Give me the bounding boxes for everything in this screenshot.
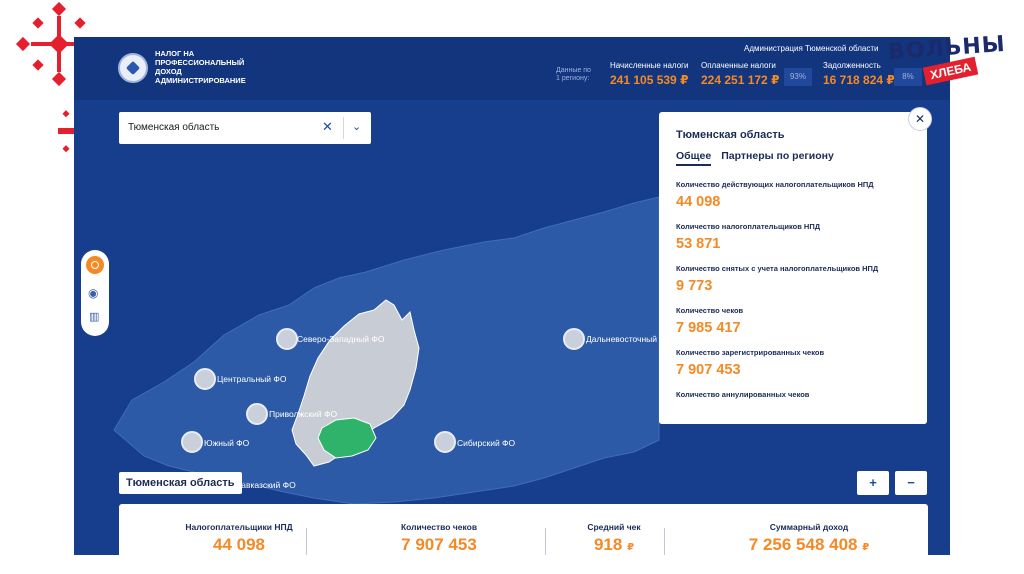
summary-value: 918 ₽ <box>593 535 635 554</box>
metric-item: Количество действующих налогоплательщико… <box>676 180 916 222</box>
region-info-panel: Тюменская область Общее Партнеры по реги… <box>659 112 927 424</box>
summary-divider <box>545 528 546 555</box>
stat-label: Начисленные налоги <box>610 61 689 70</box>
close-icon[interactable]: ✕ <box>322 119 333 135</box>
district-label-vfd[interactable]: Приволжский ФО <box>269 409 337 419</box>
summary-divider <box>306 528 307 555</box>
close-icon[interactable]: ✕ <box>915 112 925 126</box>
bar-chart-icon[interactable]: ▥ <box>89 310 99 323</box>
tab-partners[interactable]: Партнеры по региону <box>721 150 834 166</box>
selected-region-tag: Тюменская область <box>119 472 242 494</box>
chevron-down-icon[interactable]: ⌄ <box>352 120 361 133</box>
metric-label: Количество снятых с учета налогоплательщ… <box>676 264 879 273</box>
metric-label: Количество действующих налогоплательщико… <box>676 180 874 189</box>
summary-value: 44 098 <box>213 535 265 554</box>
stat-value: 224 251 172 ₽ <box>701 73 780 87</box>
map-tools: ◉ ▥ <box>81 250 109 336</box>
district-marker[interactable] <box>434 431 456 453</box>
district-label-nwfd[interactable]: Северо-Западный ФО <box>297 334 384 344</box>
summary-label: Количество чеков <box>400 522 478 532</box>
region-select-value: Тюменская область <box>128 122 220 133</box>
summary-total-income: Суммарный доход 7 256 548 408 ₽ <box>734 522 884 555</box>
summary-receipts: Количество чеков 7 907 453 <box>374 522 504 555</box>
district-marker[interactable] <box>563 328 585 350</box>
district-label-sibfd[interactable]: Сибирский ФО <box>457 438 515 448</box>
brand-top-text: ВОЛЬНЫ <box>887 31 1007 66</box>
summary-divider <box>664 528 665 555</box>
summary-label: Суммарный доход <box>769 522 849 532</box>
stat-accrued-taxes: Начисленные налоги 241 105 539 ₽ <box>610 61 689 87</box>
zoom-out-button[interactable]: − <box>895 471 927 495</box>
brand-logo: ВОЛЬНЫ ХЛЕБА <box>880 32 1006 88</box>
stat-paid-taxes: Оплаченные налоги 224 251 172 ₽ <box>701 61 779 87</box>
district-marker[interactable] <box>181 431 203 453</box>
region-select[interactable]: Тюменская область ✕ ⌄ <box>119 112 371 144</box>
stat-label: Оплаченные налоги <box>701 61 776 70</box>
metric-label: Количество зарегистрированных чеков <box>676 348 825 357</box>
summary-bar: Налогоплательщики НПД 44 098 Количество … <box>119 504 928 555</box>
select-divider <box>343 117 344 139</box>
fns-logo-icon <box>118 53 148 83</box>
summary-label: Средний чек <box>587 522 641 532</box>
summary-value: 7 256 548 408 ₽ <box>748 535 870 554</box>
zoom-in-button[interactable]: + <box>857 471 889 495</box>
metric-value: 7 907 453 <box>676 362 741 378</box>
admin-title: Администрация Тюменской области <box>744 44 879 53</box>
metric-value: 44 098 <box>676 194 721 210</box>
npd-admin-app: НАЛОГ НА ПРОФЕССИОНАЛЬНЫЙ ДОХОД АДМИНИСТ… <box>74 37 950 555</box>
district-label-cfd[interactable]: Центральный ФО <box>217 374 286 384</box>
summary-average-check: Средний чек 918 ₽ <box>574 522 654 555</box>
metric-label: Количество аннулированных чеков <box>676 390 810 399</box>
district-marker[interactable] <box>246 403 268 425</box>
metric-label: Количество налогоплательщиков НПД <box>676 222 821 231</box>
tab-general[interactable]: Общее <box>676 150 712 166</box>
app-logo-text: НАЛОГ НА ПРОФЕССИОНАЛЬНЫЙ ДОХОД АДМИНИСТ… <box>155 49 246 85</box>
stats-note: Данные по 1 региону: <box>556 67 591 82</box>
top-bar: НАЛОГ НА ПРОФЕССИОНАЛЬНЫЙ ДОХОД АДМИНИСТ… <box>74 37 950 100</box>
summary-taxpayers: Налогоплательщики НПД 44 098 <box>169 522 309 555</box>
panel-scroll-fade <box>659 402 927 424</box>
summary-value: 7 907 453 <box>401 535 477 554</box>
metric-item: Количество зарегистрированных чеков 7 90… <box>676 348 916 390</box>
russia-map[interactable]: Тюменская область ✕ ⌄ ◉ ▥ Северо-Западны… <box>74 100 950 555</box>
panel-tabs: Общее Партнеры по региону <box>676 150 834 166</box>
panel-title: Тюменская область <box>676 129 785 141</box>
metric-value: 53 871 <box>676 236 721 252</box>
target-icon[interactable] <box>86 256 104 274</box>
paid-percent-badge: 93% <box>784 68 812 86</box>
district-label-sfd-south[interactable]: Южный ФО <box>204 438 249 448</box>
metric-item: Количество налогоплательщиков НПД 53 871 <box>676 222 916 264</box>
eye-icon[interactable]: ◉ <box>88 286 98 300</box>
summary-label: Налогоплательщики НПД <box>185 522 293 532</box>
district-marker[interactable] <box>194 368 216 390</box>
close-panel-button[interactable]: ✕ <box>908 107 932 131</box>
stat-value: 241 105 539 ₽ <box>610 73 689 87</box>
metric-value: 9 773 <box>676 278 713 294</box>
metrics-list: Количество действующих налогоплательщико… <box>676 180 916 424</box>
metric-label: Количество чеков <box>676 306 744 315</box>
metric-value: 7 985 417 <box>676 320 741 336</box>
metric-item: Количество чеков 7 985 417 <box>676 306 916 348</box>
metric-item: Количество снятых с учета налогоплательщ… <box>676 264 916 306</box>
district-marker[interactable] <box>276 328 298 350</box>
